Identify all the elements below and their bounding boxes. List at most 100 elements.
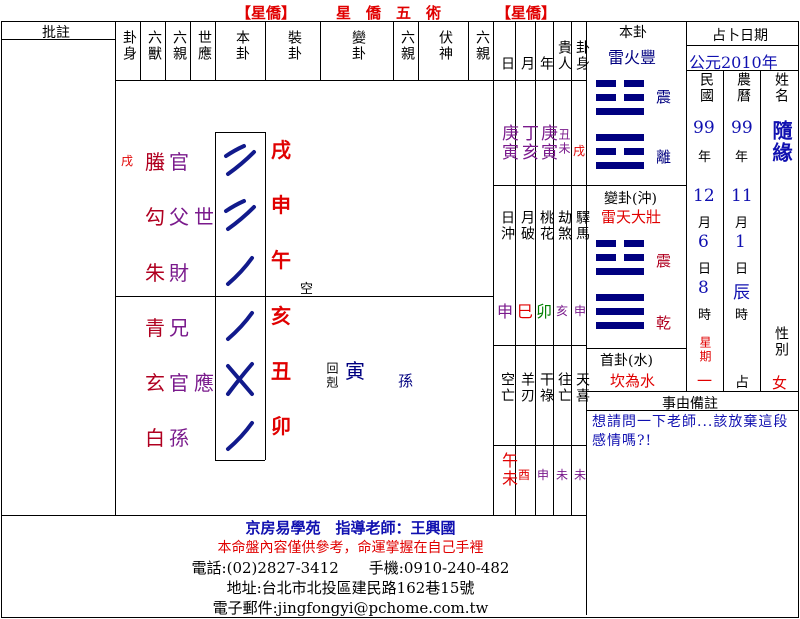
date-row2-header-2: 桃花 <box>538 210 554 242</box>
date-panel-month: 12 <box>693 186 715 206</box>
question-text: 想請問一下老師...該放棄這段感情嗎?! <box>592 414 789 449</box>
date-panel-lunar-month: 11 <box>731 186 753 206</box>
date-col-line-4 <box>571 21 572 515</box>
date-panel-weekday-label: 星期 <box>698 336 712 364</box>
line5-bian-note: 回剋 <box>325 362 339 390</box>
date-row4-line <box>493 445 586 446</box>
gua-panel-right-border <box>686 21 687 391</box>
date-panel-gender-label: 性別 <box>773 326 789 358</box>
col-shi-ying: 世應 <box>196 30 212 62</box>
date-row3-value-1: 酉 <box>518 468 531 482</box>
col-ben-gua: 本卦 <box>234 30 250 62</box>
question-top-line <box>586 391 799 392</box>
yao-line3-yang-glyph <box>226 256 254 286</box>
shou-gua-name: 坎為水 <box>610 372 656 390</box>
ben-upper-trigram: 震 <box>656 88 672 106</box>
bian-hexagram-symbol <box>596 240 644 332</box>
yao-line1-yin-glyph <box>224 144 256 176</box>
line6-relative: 孫 <box>169 426 189 450</box>
date-panel-hour: 8 <box>698 278 709 298</box>
date-panel-title: 占卜日期 <box>712 28 768 44</box>
col-liu-qin-2: 六親 <box>399 30 415 62</box>
line6-beast: 白 <box>145 426 165 450</box>
date-panel-lunar-hour: 辰 <box>733 283 750 303</box>
ben-hexagram-symbol <box>596 80 644 172</box>
ben-gua-bottom-line <box>215 460 265 461</box>
date-row3-value-3: 未 <box>556 468 569 482</box>
date-row2-value-2: 卯 <box>536 302 553 321</box>
col-line-8 <box>418 21 419 80</box>
date-header-line <box>493 80 586 81</box>
col-line-5 <box>265 21 266 80</box>
col-line-7 <box>393 21 394 80</box>
date-panel-year-line <box>686 70 799 71</box>
col-gua-shen: 卦身 <box>121 30 137 62</box>
col-line-1 <box>140 21 141 80</box>
date-header-month: 月 <box>519 56 535 72</box>
date-header-guiren: 貴人 <box>556 40 572 72</box>
line5-bian-branch: 寅 <box>345 359 365 383</box>
line2-beast: 勾 <box>145 205 165 229</box>
line6-zhuang: 卯 <box>271 414 291 438</box>
date-panel-lunar-day: 1 <box>735 232 746 252</box>
date-row2-header-1: 月破 <box>519 210 535 242</box>
col-zhuang-gua: 裝卦 <box>286 30 302 62</box>
line3-kong: 空 <box>300 282 314 297</box>
line4-beast: 青 <box>145 316 165 340</box>
date-row2-value-0: 申 <box>497 302 514 321</box>
date-panel-name: 隨緣 <box>769 120 793 164</box>
footer-phone: 電話:(02)2827-3412 手機:0910-240-482 <box>191 559 510 577</box>
line1-zhuang: 戌 <box>271 138 291 162</box>
ben-lower-trigram: 離 <box>656 148 672 166</box>
date-row3-header-4: 天喜 <box>574 372 590 404</box>
date-panel-nong-li: 農曆 <box>735 72 751 104</box>
ben-gua-title: 本卦 <box>619 25 647 41</box>
date-row2-header-3: 劫煞 <box>556 210 572 242</box>
date-row3-value-2: 申 <box>537 468 550 482</box>
line1-gua-shen: 戌 <box>121 154 134 168</box>
col-liu-qin-3: 六親 <box>474 30 490 62</box>
ben-gua-left-line <box>215 132 216 460</box>
header-row-line <box>115 80 493 81</box>
main-right-border <box>493 21 494 515</box>
date-row2-header-4: 驛馬 <box>574 210 590 242</box>
line5-beast: 玄 <box>145 371 165 395</box>
date-header-year: 年 <box>538 56 554 72</box>
line4-relative: 兄 <box>169 316 189 340</box>
shou-gua-separator <box>586 348 686 349</box>
date-panel-yue: 月 <box>698 216 712 231</box>
line5-role: 應 <box>194 371 214 395</box>
yao-line6-yang-glyph <box>226 421 254 451</box>
line2-zhuang: 申 <box>271 193 291 217</box>
date-guiren-value: 丑未 <box>557 128 571 156</box>
date-row3-value-0: 午未 <box>499 452 518 488</box>
ben-gua-right-line <box>265 132 266 460</box>
header-bracket-left: 【星僑】 <box>236 4 297 22</box>
yao-line4-yang-glyph <box>226 311 254 341</box>
date-row3-header-1: 羊刃 <box>519 372 535 404</box>
footer-disclaimer: 本命盤內容僅供參考，命運掌握在自己手裡 <box>217 540 484 556</box>
date-panel-name-label: 姓名 <box>773 72 789 104</box>
yao-line2-yin-glyph <box>224 199 256 231</box>
date-gua-shen-value: 戌 <box>573 144 586 158</box>
main-bottom-line <box>1 515 586 516</box>
col-line-4 <box>215 21 216 80</box>
date-panel-zhan: 占 <box>735 375 749 391</box>
line5-relative: 官 <box>169 371 189 395</box>
date-row2-value-4: 申 <box>574 304 587 318</box>
bian-lower-trigram: 乾 <box>656 314 672 332</box>
bian-gua-title: 變卦(沖) <box>604 191 657 207</box>
left-panel-title: 批註 <box>42 25 70 41</box>
date-panel-nian-2: 年 <box>735 150 749 165</box>
line5-bian-relative: 孫 <box>398 372 414 390</box>
line2-role: 世 <box>194 205 214 229</box>
yao-line5-moving-glyph <box>226 362 254 396</box>
date-col-line-2 <box>535 21 536 515</box>
bian-gua-name: 雷天大壯 <box>601 208 662 226</box>
col-line-2 <box>165 21 166 80</box>
date-row3-line <box>493 345 586 346</box>
ben-gua-top-line <box>215 132 265 133</box>
date-panel-ri: 日 <box>698 262 712 277</box>
date-panel-lunar-year: 99 <box>731 118 753 138</box>
col-liu-shou: 六獸 <box>146 30 162 62</box>
